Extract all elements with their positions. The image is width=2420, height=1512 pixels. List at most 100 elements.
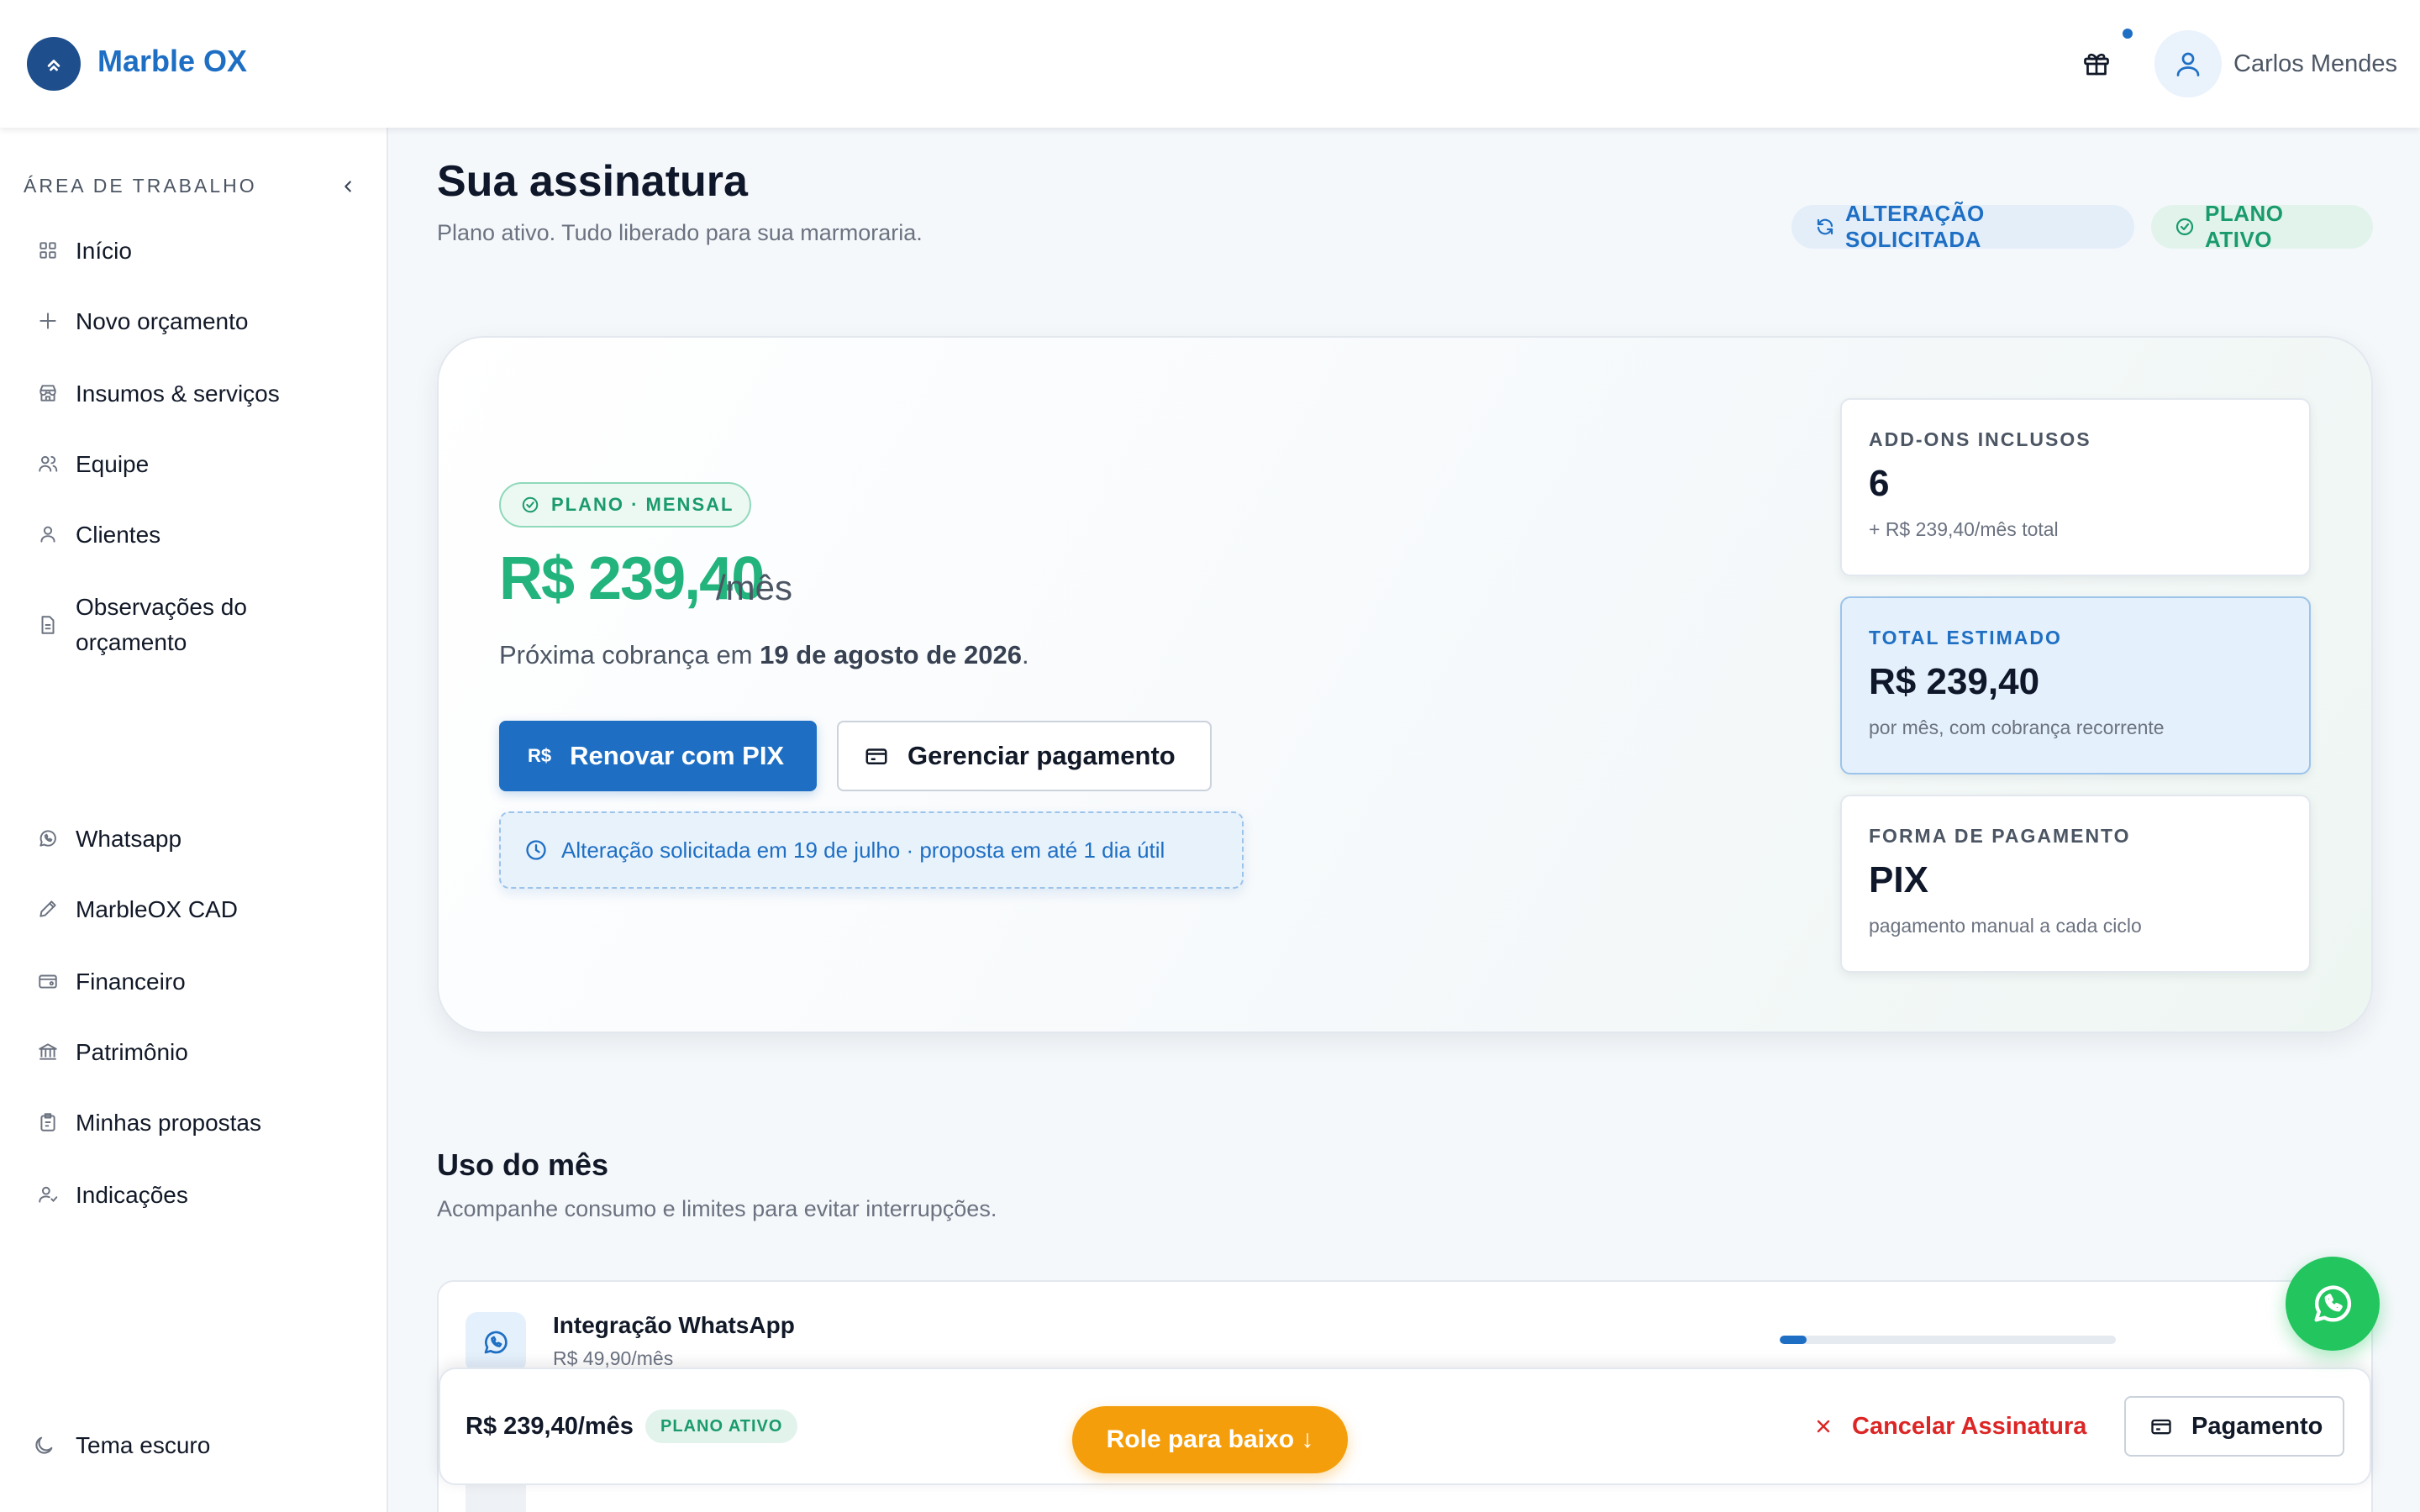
sidebar-item-label: Novo orçamento [76,308,249,334]
sidebar-item-label: Financeiro [76,969,186,995]
sidebar-item-patrimonio[interactable]: Patrimônio [24,1035,368,1070]
payment-button-label: Pagamento [2191,1412,2323,1440]
status-badge-active: PLANO ATIVO [2151,201,2373,252]
document-icon [24,590,76,660]
sidebar-item-novo-orcamento[interactable]: Novo orçamento [24,304,368,339]
status-badge-label: PLANO ATIVO [2205,201,2284,252]
renew-pix-button[interactable]: R$ Renovar com PIX [499,721,817,791]
top-header: Marble OX Carlos Mendes [0,0,2420,128]
sidebar-item-indicacoes[interactable]: Indicações [24,1178,368,1213]
user-icon [24,517,76,551]
payment-method-label: FORMA DE PAGAMENTO [1869,825,2131,847]
sidebar-item-label: Indicações [76,1182,188,1208]
page-subtitle: Plano ativo. Tudo liberado para sua marm… [437,220,923,245]
pix-currency-icon: R$ [528,745,552,766]
credit-card-icon [864,743,889,769]
refresh-icon [1815,217,1835,237]
dark-theme-toggle[interactable]: Tema escuro [24,1428,210,1463]
sidebar-item-label: MarbleOX CAD [76,896,238,922]
whatsapp-icon [466,1312,526,1373]
sidebar: ÁREA DE TRABALHO Início Novo orçamento I… [0,128,388,1512]
clock-icon [524,838,548,862]
payment-button[interactable]: Pagamento [2124,1396,2344,1457]
usage-progress-bar [1780,1336,2116,1344]
change-request-note: Alteração solicitada em 19 de julho · pr… [499,811,1244,889]
sidebar-item-propostas[interactable]: Minhas propostas [24,1105,368,1141]
total-estimate-label: TOTAL ESTIMADO [1869,627,2062,648]
sidebar-section-title: ÁREA DE TRABALHO [24,175,257,197]
payment-method-card: FORMA DE PAGAMENTO PIX pagamento manual … [1840,795,2311,973]
plus-icon [24,304,76,338]
notification-dot [2123,29,2133,39]
store-icon [24,376,76,410]
total-estimate-value: R$ 239,40 [1869,661,2040,702]
close-icon [1813,1416,1833,1436]
scroll-down-button[interactable]: Role para baixo ↓ [1072,1406,1348,1473]
sidebar-item-label: Insumos & serviços [76,381,280,407]
sidebar-item-label: Whatsapp [76,826,182,852]
manage-payment-label: Gerenciar pagamento [908,741,1176,770]
plan-price-unit: /mês [716,568,793,607]
addons-sub: + R$ 239,40/mês total [1869,518,2059,540]
user-referral-icon [24,1178,76,1211]
sidebar-item-equipe[interactable]: Equipe [24,447,368,482]
renew-pix-label: Renovar com PIX [570,741,785,770]
plan-badge: PLANO · MENSAL [499,482,751,528]
bank-icon [24,1035,76,1068]
whatsapp-icon [2314,1285,2351,1322]
usage-section-title: Uso do mês [437,1147,609,1182]
app-name[interactable]: Marble OX [97,44,247,79]
grid-icon [24,234,76,267]
logo-icon[interactable] [27,37,81,91]
usage-item-name: Integração WhatsApp [553,1312,795,1338]
usage-progress-fill [1780,1336,1807,1344]
sidebar-item-label: Clientes [76,522,161,548]
page-title: Sua assinatura [437,157,748,206]
usage-item-price: R$ 49,90/mês [553,1347,674,1369]
status-badge-change-requested: ALTERAÇÃO SOLICITADA [1791,201,2134,252]
user-avatar[interactable] [2154,30,2222,97]
total-estimate-sub: por mês, com cobrança recorrente [1869,717,2165,738]
next-charge-date: 19 de agosto de 2026 [760,640,1022,669]
cancel-subscription-label: Cancelar Assinatura [1852,1412,2087,1440]
addons-card: ADD-ONS INCLUSOS 6 + R$ 239,40/mês total [1840,398,2311,576]
sidebar-item-label: Minhas propostas [76,1110,262,1136]
sidebar-item-insumos[interactable]: Insumos & serviços [24,376,368,412]
status-badge-label: ALTERAÇÃO SOLICITADA [1845,201,1985,252]
gift-icon[interactable] [2075,45,2118,82]
sidebar-item-financeiro[interactable]: Financeiro [24,964,368,1000]
next-charge-text: Próxima cobrança em 19 de agosto de 2026… [499,640,1029,669]
sidebar-item-observacoes[interactable]: Observações do orçamento [24,590,368,660]
theme-toggle-label: Tema escuro [76,1432,211,1458]
whatsapp-fab-button[interactable] [2286,1257,2380,1351]
total-estimate-card: TOTAL ESTIMADO R$ 239,40 por mês, com co… [1840,596,2311,774]
sidebar-item-label: Observações do orçamento [76,594,247,655]
payment-method-value: PIX [1869,859,1928,900]
bottom-bar-status-badge: PLANO ATIVO [645,1410,798,1443]
moon-icon [24,1429,76,1462]
users-icon [24,447,76,480]
chevron-left-icon[interactable] [334,173,361,200]
sidebar-item-cad[interactable]: MarbleOX CAD [24,892,368,927]
check-circle-icon [2175,217,2195,237]
addons-value: 6 [1869,463,1890,504]
manage-payment-button[interactable]: Gerenciar pagamento [837,721,1212,791]
sidebar-item-inicio[interactable]: Início [24,234,368,269]
check-circle-icon [521,496,539,514]
whatsapp-icon [24,822,76,855]
sidebar-item-label: Início [76,238,132,264]
usage-section-subtitle: Acompanhe consumo e limites para evitar … [437,1196,997,1221]
bottom-bar-price: R$ 239,40/mês [466,1413,634,1440]
pencil-icon [24,892,76,926]
plan-badge-label: PLANO · MENSAL [551,494,734,515]
cancel-subscription-button[interactable]: Cancelar Assinatura [1813,1408,2086,1445]
credit-card-icon [2149,1415,2173,1438]
sidebar-item-label: Patrimônio [76,1039,188,1065]
sidebar-item-clientes[interactable]: Clientes [24,517,368,553]
user-name[interactable]: Carlos Mendes [2233,50,2397,78]
wallet-icon [24,964,76,998]
change-note-text: Alteração solicitada em 19 de julho · pr… [561,837,1165,863]
sidebar-item-whatsapp[interactable]: Whatsapp [24,822,368,857]
clipboard-icon [24,1105,76,1139]
payment-method-sub: pagamento manual a cada ciclo [1869,915,2142,937]
